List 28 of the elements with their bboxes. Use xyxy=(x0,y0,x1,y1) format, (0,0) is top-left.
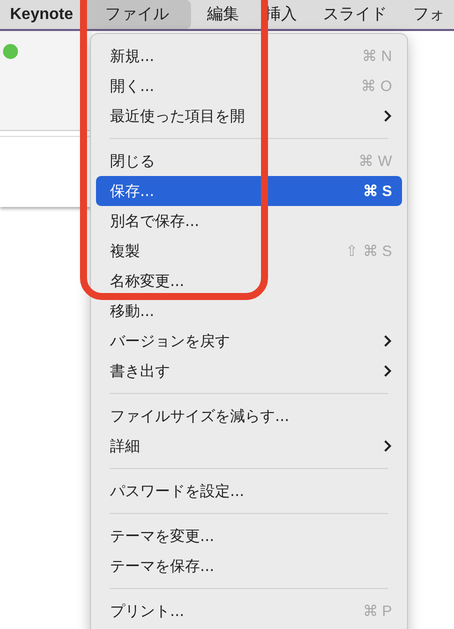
menu-item[interactable]: ファイルサイズを減らす... xyxy=(96,401,402,431)
menu-bar-item[interactable]: フォ xyxy=(403,0,454,29)
shortcut-label: ⇧ ⌘ S xyxy=(346,242,392,260)
app-name[interactable]: Keynote xyxy=(0,2,84,28)
menu-item[interactable]: 閉じる ⌘ W xyxy=(96,146,402,176)
shortcut-label: ⌘ O xyxy=(361,77,392,95)
menu-item[interactable]: 詳細 xyxy=(96,431,402,461)
menu-bar-item[interactable]: 編集 xyxy=(197,0,250,29)
menu-item[interactable]: 書き出す xyxy=(96,356,402,386)
shortcut-label: ⌘ W xyxy=(358,152,392,170)
menu-item[interactable]: プリント... ⌘ P xyxy=(96,596,402,626)
menu-item[interactable]: バージョンを戻す xyxy=(96,326,402,356)
slide-thumbnail[interactable] xyxy=(0,136,92,207)
menu-item[interactable]: 別名で保存... xyxy=(96,206,402,236)
menu-item[interactable]: 移動... xyxy=(96,296,402,326)
menu-item[interactable]: 複製 ⇧ ⌘ S xyxy=(96,236,402,266)
shortcut-label: ⌘ N xyxy=(362,47,392,65)
menu-item[interactable]: 新規... ⌘ N xyxy=(96,41,402,71)
shortcut-label: ⌘ P xyxy=(362,602,392,620)
menu-bar-item[interactable]: スライド xyxy=(313,0,398,29)
menu-item[interactable]: 開く... ⌘ O xyxy=(96,71,402,101)
shortcut-label: ⌘ S xyxy=(362,182,392,200)
menu-item[interactable]: テーマを保存... xyxy=(96,551,402,581)
menu-item[interactable]: 最近使った項目を開 xyxy=(96,101,402,131)
menu-item[interactable]: パスワードを設定... xyxy=(96,476,402,506)
menu-item[interactable]: 名称変更... xyxy=(96,266,402,296)
menu-item[interactable]: テーマを変更... xyxy=(96,521,402,551)
menu-item[interactable]: 保存... ⌘ S xyxy=(96,176,402,206)
